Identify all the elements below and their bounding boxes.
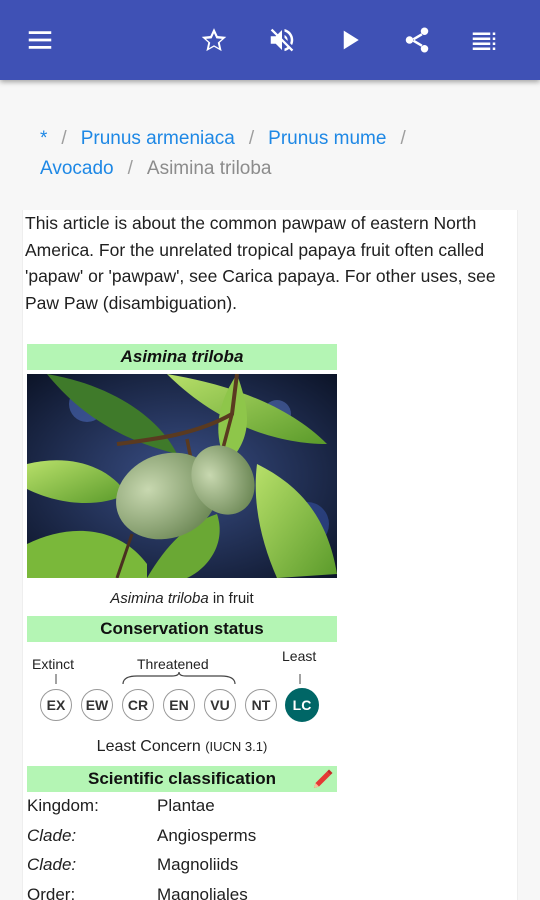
status-source: (IUCN 3.1) [205, 739, 268, 754]
taxonomy-row: Clade: Magnoliids [27, 855, 427, 885]
label-extinct: Extinct [32, 656, 75, 672]
conservation-status-scale: EX EW CR EN VU NT LC [27, 688, 337, 724]
pawpaw-fruit-image[interactable] [27, 374, 337, 578]
breadcrumb-link-home[interactable]: * [40, 128, 47, 149]
taxonomy-table: Kingdom: Plantae Clade: Angiosperms Clad… [27, 796, 427, 900]
conservation-status-header: Conservation status [27, 616, 337, 642]
taxonomy-value-link[interactable]: Magnoliids [157, 855, 238, 874]
breadcrumb-separator: / [127, 158, 133, 179]
breadcrumb-current: Asimina triloba [146, 158, 272, 179]
status-en: EN [163, 689, 195, 721]
taxonomy-row: Clade: Angiosperms [27, 826, 427, 856]
breadcrumb-link-prunus-mume[interactable]: Prunus mume [268, 128, 386, 149]
taxonomy-row: Kingdom: Plantae [27, 796, 427, 826]
play-icon[interactable] [330, 20, 370, 60]
hatnote: This article is about the common pawpaw … [25, 213, 496, 313]
list-icon[interactable] [464, 20, 504, 60]
breadcrumb-link-prunus-armeniaca[interactable]: Prunus armeniaca [81, 128, 235, 149]
breadcrumb: * / Prunus armeniaca / Prunus mume / Avocado / A… [40, 124, 510, 184]
breadcrumb-link-avocado[interactable]: Avocado [40, 158, 114, 179]
taxonomy-key: Clade: [27, 855, 77, 874]
status-cr: CR [122, 689, 154, 721]
status-nt: NT [245, 689, 277, 721]
breadcrumb-separator: / [400, 128, 406, 149]
label-threatened: Threatened [137, 656, 209, 672]
menu-icon[interactable] [20, 20, 60, 60]
volume-off-icon[interactable] [262, 20, 302, 60]
taxonomy-value-link[interactable]: Magnoliales [157, 885, 248, 900]
infobox: Asimina triloba Asimina triloba in fruit… [27, 344, 337, 900]
breadcrumb-separator: / [61, 128, 67, 149]
status-lc: LC [285, 688, 319, 722]
breadcrumb-separator: / [248, 128, 255, 149]
image-caption: Asimina triloba in fruit [110, 590, 254, 607]
star-icon[interactable] [194, 20, 234, 60]
taxonomy-key: Clade: [27, 825, 77, 845]
app-bar [0, 0, 540, 80]
conservation-status-text: Least Concern (IUCN 3.1) [96, 738, 268, 755]
status-ex: EX [40, 689, 72, 721]
status-vu: VU [204, 689, 236, 721]
taxonomy-value-link[interactable]: Plantae [157, 796, 215, 815]
article-content: This article is about the common pawpaw … [22, 210, 518, 900]
taxonomy-key: Order: [27, 884, 76, 900]
edit-pencil-icon[interactable] [311, 767, 335, 791]
taxonomy-value-link[interactable]: Angiosperms [157, 826, 256, 845]
taxonomy-row: Order: Magnoliales [27, 885, 427, 900]
infobox-title: Asimina triloba [27, 344, 337, 370]
label-least: Least [282, 648, 317, 664]
share-icon[interactable] [397, 20, 437, 60]
taxonomy-key: Kingdom: [27, 796, 99, 815]
scientific-classification-header: Scientific classification [27, 766, 337, 792]
status-ew: EW [81, 689, 113, 721]
